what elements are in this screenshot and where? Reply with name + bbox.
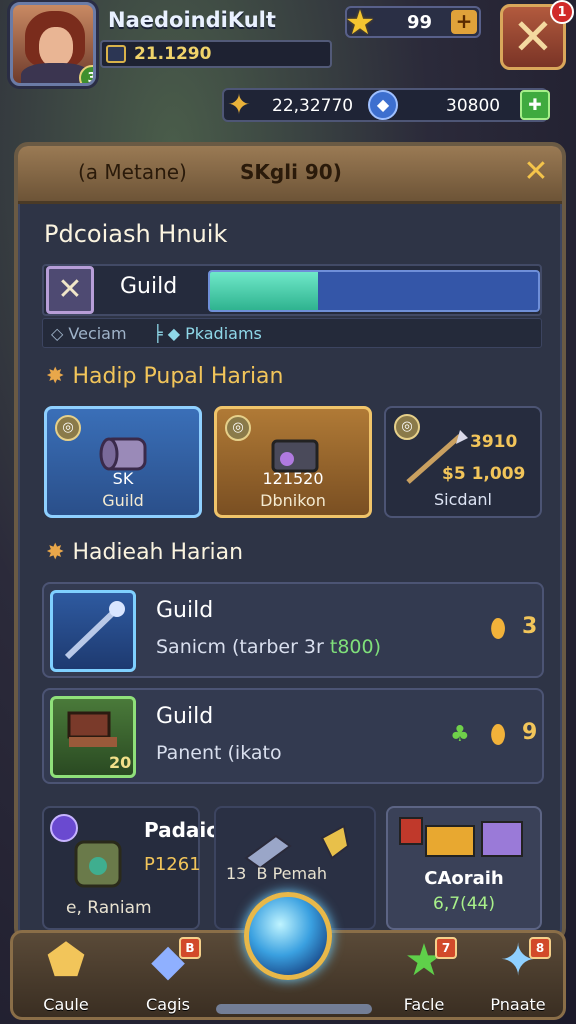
card-value-2: $5 1,009 xyxy=(442,464,526,484)
resource-bar: ✦ 22,32770 ◆ 30800 ✚ xyxy=(222,88,550,122)
list-item[interactable]: 20 Guild Panent (ikato ♣ ⬮ 9 xyxy=(42,688,544,784)
add-gold-button[interactable]: + xyxy=(451,10,477,34)
level-badge: 3 xyxy=(79,65,93,83)
location-pin-icon: ⬮ xyxy=(489,720,507,750)
row-title: Guild xyxy=(156,704,214,729)
daily-heading-2-text: Hadieah Harian xyxy=(72,540,244,565)
nav-label: Pnaate xyxy=(490,995,546,1014)
xp-value: 21.1290 xyxy=(134,44,212,64)
section-title: Pdcoiash Hnuik xyxy=(44,220,228,248)
star-icon: ★ xyxy=(344,3,376,43)
close-icon[interactable]: ✕ xyxy=(518,154,554,190)
main-panel: (a Metane) SKgli 90) ✕ Pdcoiash Hnuik ✕ … xyxy=(14,142,566,942)
daily-heading-text: Hadip Pupal Harian xyxy=(72,364,284,389)
player-name: NaedoindiKult xyxy=(108,8,276,32)
shop-price: P1261 xyxy=(144,854,201,875)
nav-item-facle[interactable]: ★ 7 Facle xyxy=(379,935,469,1019)
nav-label: Caule xyxy=(43,995,89,1014)
location-pin-icon: ⬮ xyxy=(489,614,507,644)
reward-card-dbnikon[interactable]: ◎ 121520 Dbnikon xyxy=(214,406,372,518)
header-right-text: SKgli 90) xyxy=(240,160,342,184)
row-count: 3 xyxy=(522,614,538,639)
nav-item-pnaate[interactable]: ✦ 8 Pnaate xyxy=(473,935,563,1019)
nav-item-cagis[interactable]: ◆ B Cagis xyxy=(123,935,213,1019)
thumb-value: 20 xyxy=(109,753,132,772)
close-icon[interactable]: ✕ xyxy=(46,266,94,314)
potion-jar-icon xyxy=(74,840,122,888)
shop-title: CAoraih xyxy=(424,868,504,889)
card-label: Guild xyxy=(102,491,144,510)
guild-progress-fill xyxy=(210,272,319,310)
card-value: 121520 xyxy=(262,469,324,488)
tag-label: Veciam xyxy=(68,324,127,343)
chair-icon: 20 xyxy=(50,696,136,778)
xp-icon xyxy=(106,45,126,63)
clover-icon: ♣ xyxy=(450,722,470,747)
nav-badge: 7 xyxy=(435,937,457,959)
shop-footer: 13 B Pemah xyxy=(226,864,328,883)
tag-veciam[interactable]: ◇ Veciam xyxy=(51,324,127,343)
home-indicator xyxy=(216,1004,372,1014)
blue-gem-icon: ◆ xyxy=(368,90,398,120)
player-avatar[interactable]: 3 xyxy=(10,2,96,86)
tag-pkadiams[interactable]: ╞ ◆ Pkadiams xyxy=(153,324,262,343)
card-label: Sicdanl xyxy=(434,490,492,509)
row-title: Guild xyxy=(156,598,214,623)
avatar-face xyxy=(39,27,73,67)
star-badge-icon: ✦ xyxy=(227,88,251,121)
notification-badge: 1 xyxy=(550,0,574,24)
tags-row: ◇ Veciam ╞ ◆ Pkadiams xyxy=(42,318,542,348)
row-subtitle: Panent (ikato xyxy=(156,742,282,764)
resource-secondary-value: 30800 xyxy=(446,96,501,116)
row-count: 9 xyxy=(522,720,538,745)
guild-progress-row: ✕ Guild ❖ xyxy=(42,264,542,316)
wand-icon xyxy=(50,590,136,672)
daily-heading: ✸ Hadip Pupal Harian xyxy=(46,364,283,389)
row-subtitle: Sanicm (tarber 3r t800) xyxy=(156,636,382,658)
tag-label: Pkadiams xyxy=(185,324,262,343)
loot-bundle-icon xyxy=(399,817,523,857)
gold-counter: ★ 99 + xyxy=(345,4,481,42)
guild-progress-bar: ❖ xyxy=(208,270,540,312)
shop-footer: 6,7(44) xyxy=(433,894,495,914)
daily-heading-2: ✸ Hadieah Harian xyxy=(46,540,243,565)
reward-card-sicdanl[interactable]: ◎ 3910 $5 1,009 Sicdanl xyxy=(384,406,542,518)
green-gem-icon[interactable]: ✚ xyxy=(520,90,550,120)
nav-label: Cagis xyxy=(146,995,190,1014)
resource-primary-value: 22,32770 xyxy=(272,96,354,116)
shop-item-caoraih[interactable]: CAoraih 6,7(44) xyxy=(386,806,542,930)
list-item[interactable]: Guild Sanicm (tarber 3r t800) ⬮ 3 xyxy=(42,582,544,678)
castle-icon: ⬟ xyxy=(46,935,86,986)
nav-badge: B xyxy=(179,937,201,959)
star-icon: ✸ xyxy=(46,364,65,389)
nav-item-caule[interactable]: ⬟ Caule xyxy=(21,935,111,1019)
shop-footer: e, Raniam xyxy=(66,898,152,918)
header-left-text: (a Metane) xyxy=(78,160,187,184)
card-value: SK xyxy=(112,469,134,488)
coin-icon: ◎ xyxy=(225,415,251,441)
crystal-icon xyxy=(244,824,350,868)
nav-label: Facle xyxy=(403,995,445,1014)
xp-bar: 21.1290 xyxy=(100,40,332,68)
guild-label: Guild xyxy=(120,274,178,299)
coin-icon: ◎ xyxy=(55,415,81,441)
nav-badge: 8 xyxy=(529,937,551,959)
panel-header: (a Metane) SKgli 90) ✕ xyxy=(18,146,562,204)
card-value-1: 3910 xyxy=(470,432,518,452)
star-icon: ✸ xyxy=(46,540,65,565)
shop-item-padaiol[interactable]: Padaiol16 P1261 e, Raniam xyxy=(42,806,255,930)
gold-value: 99 xyxy=(407,12,433,33)
center-orb-button[interactable] xyxy=(244,892,332,980)
card-label: Dbnikon xyxy=(260,491,326,510)
reward-card-guild[interactable]: ◎ SK Guild xyxy=(44,406,202,518)
